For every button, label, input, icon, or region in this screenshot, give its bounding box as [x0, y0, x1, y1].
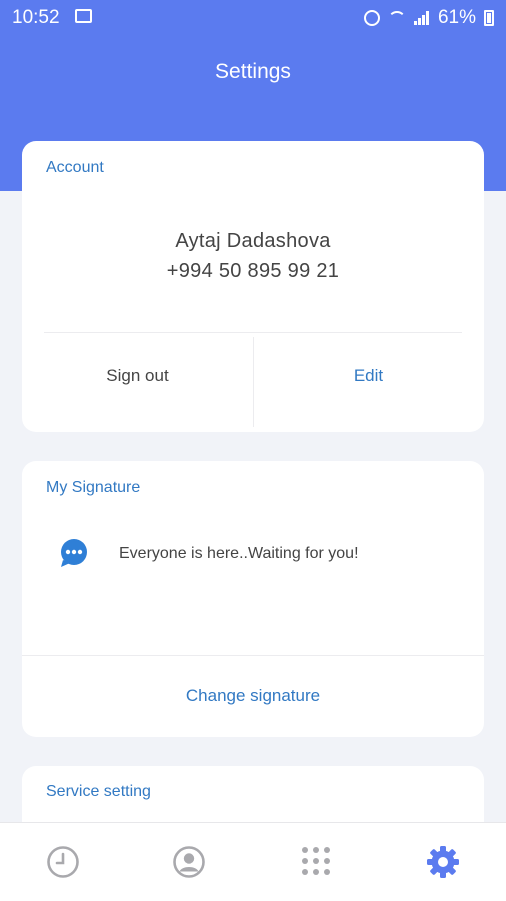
page-title: Settings [215, 60, 291, 83]
account-section-label: Account [46, 159, 104, 176]
sign-out-button[interactable]: Sign out [22, 366, 253, 386]
nav-dialpad[interactable] [253, 823, 379, 901]
nav-contacts[interactable] [126, 823, 252, 901]
edit-button[interactable]: Edit [253, 366, 484, 386]
nav-history[interactable] [0, 823, 126, 901]
clock-icon [47, 846, 79, 878]
alarm-icon [363, 10, 380, 26]
account-phone: +994 50 895 99 21 [166, 260, 340, 282]
service-section-label[interactable]: Service setting [46, 783, 151, 801]
nav-settings[interactable] [380, 823, 506, 901]
signal-icon [413, 11, 430, 25]
wifi-icon [387, 11, 406, 25]
image-notification-icon [75, 9, 92, 23]
person-icon [173, 846, 205, 878]
signature-card: My Signature Everyone is here..Waiting f… [22, 461, 484, 737]
status-right: 61% [363, 7, 494, 29]
battery-icon [484, 10, 494, 26]
status-time: 10:52 [12, 7, 60, 28]
gear-icon [427, 846, 459, 878]
dialpad-icon [302, 847, 330, 875]
signature-section-label: My Signature [46, 479, 141, 496]
battery-percent: 61% [437, 7, 476, 28]
change-signature-button[interactable]: Change signature [22, 686, 484, 706]
status-bar: 10:52 61% [0, 0, 506, 36]
account-card: Account Aytaj Dadashova +994 50 895 99 2… [22, 141, 484, 432]
chat-bubble-icon [61, 539, 87, 567]
divider [44, 332, 462, 333]
bottom-nav [0, 822, 506, 901]
signature-text: Everyone is here..Waiting for you! [119, 545, 359, 562]
divider [22, 655, 484, 656]
account-name: Aytaj Dadashova [175, 230, 331, 252]
